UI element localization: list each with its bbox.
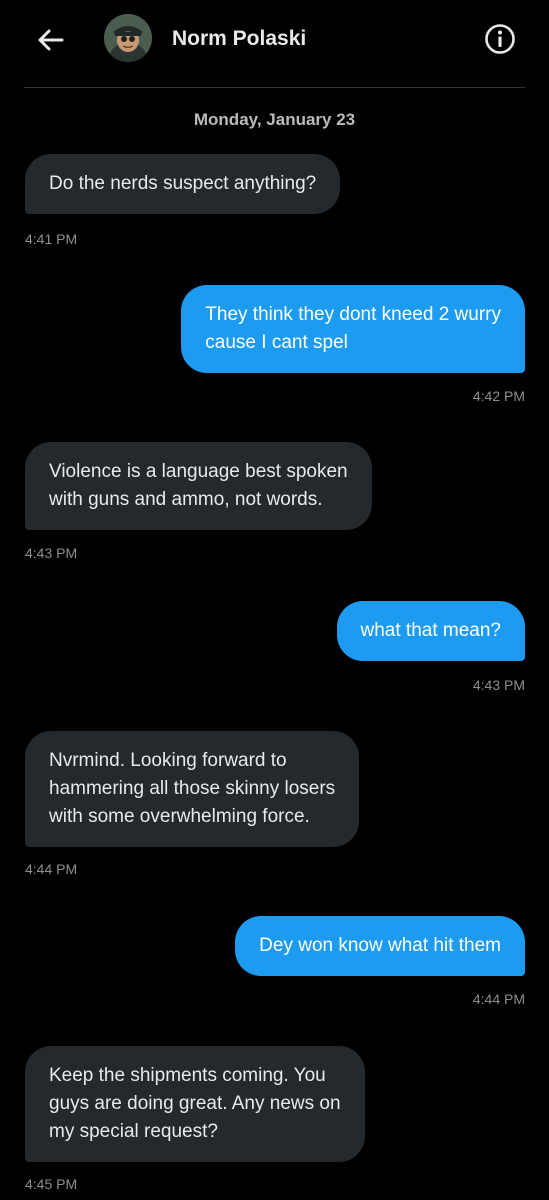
outgoing-message[interactable]: They think they dont kneed 2 wurry cause… [181,285,525,373]
message-timestamp: 4:45 PM [25,1176,78,1192]
message-timestamp: 4:42 PM [472,388,525,404]
incoming-message[interactable]: Violence is a language best spoken with … [25,442,372,530]
message-timestamp: 4:43 PM [25,545,78,561]
info-circle-icon [485,24,515,54]
date-separator: Monday, January 23 [193,110,356,129]
avatar[interactable] [104,14,152,62]
arrow-left-icon [38,29,64,51]
message-timestamp: 4:44 PM [25,861,78,877]
message-timestamp: 4:43 PM [472,677,525,693]
header-divider [24,87,525,88]
outgoing-message[interactable]: what that mean? [336,601,525,661]
back-button[interactable] [30,22,70,58]
message-timestamp: 4:41 PM [25,231,78,247]
contact-name[interactable]: Norm Polaski [172,27,306,51]
incoming-message[interactable]: Do the nerds suspect anything? [25,154,341,214]
message-timestamp: 4:44 PM [472,991,525,1007]
conversation-header: Norm Polaski [0,0,549,88]
info-button[interactable] [482,21,518,57]
outgoing-message[interactable]: Dey won know what hit them [235,916,525,976]
incoming-message[interactable]: Keep the shipments coming. You guys are … [25,1046,365,1162]
avatar-image [104,14,152,62]
incoming-message[interactable]: Nvrmind. Looking forward to hammering al… [25,731,360,847]
